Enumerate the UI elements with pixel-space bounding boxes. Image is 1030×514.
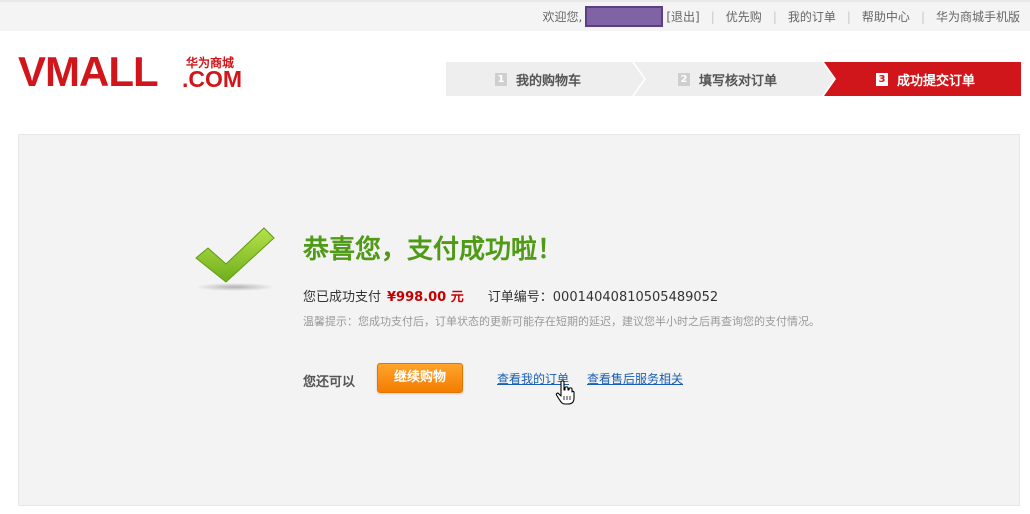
logout-link[interactable]: [退出] xyxy=(666,8,699,25)
step-number: 1 xyxy=(495,72,507,86)
priority-buy-link[interactable]: 优先购 xyxy=(726,8,762,25)
divider: | xyxy=(710,9,715,24)
order-number-label: 订单编号： xyxy=(487,290,553,305)
next-actions-label: 您还可以 xyxy=(303,375,356,390)
step-label: 成功提交订单 xyxy=(897,73,976,89)
tip-text: 温馨提示：您成功支付后，订单状态的更新可能存在短期的延迟，建议您半小时之后再查询… xyxy=(303,315,820,328)
help-center-link[interactable]: 帮助中心 xyxy=(862,8,910,25)
order-number: 00014040810505489052 xyxy=(552,290,719,305)
step-cart: 1 我的购物车 xyxy=(446,62,644,96)
top-bar: 欢迎您, [退出] | 优先购 | 我的订单 | 帮助中心 | 华为商城手机版 xyxy=(0,0,1030,31)
divider: | xyxy=(846,9,851,24)
divider: | xyxy=(772,9,777,24)
step-label: 我的购物车 xyxy=(516,73,582,89)
divider: | xyxy=(920,9,925,24)
payment-summary: 您已成功支付 ¥998.00 元 订单编号：00014040810505489052 xyxy=(303,286,718,305)
username-redacted[interactable] xyxy=(585,6,664,27)
success-title: 恭喜您，支付成功啦！ xyxy=(303,235,564,265)
step-number: 3 xyxy=(876,72,888,86)
top-links: 欢迎您, [退出] | 优先购 | 我的订单 | 帮助中心 | 华为商城手机版 xyxy=(543,2,1020,31)
after-sales-service-link[interactable]: 查看售后服务相关 xyxy=(587,370,683,387)
paid-amount: ¥998.00 元 xyxy=(387,290,464,305)
hand-cursor-icon xyxy=(555,380,575,405)
step-confirm-order: 2 填写核对订单 xyxy=(634,62,834,96)
logo-brand: VMALL xyxy=(18,48,159,95)
logo-com: .COM xyxy=(182,66,243,92)
step-number: 2 xyxy=(678,72,690,86)
checkmark-icon xyxy=(195,227,275,291)
step-label: 填写核对订单 xyxy=(699,73,778,89)
step-submit-success: 3 成功提交订单 xyxy=(824,62,1021,96)
welcome-text: 欢迎您, xyxy=(542,10,583,24)
checkout-steps: 1 我的购物车 2 填写核对订单 3 成功提交订单 xyxy=(446,62,1021,96)
my-orders-link[interactable]: 我的订单 xyxy=(788,8,836,25)
mobile-version-link[interactable]: 华为商城手机版 xyxy=(936,8,1020,25)
paid-label: 您已成功支付 xyxy=(303,290,382,305)
continue-shopping-button[interactable]: 继续购物 xyxy=(377,363,463,393)
